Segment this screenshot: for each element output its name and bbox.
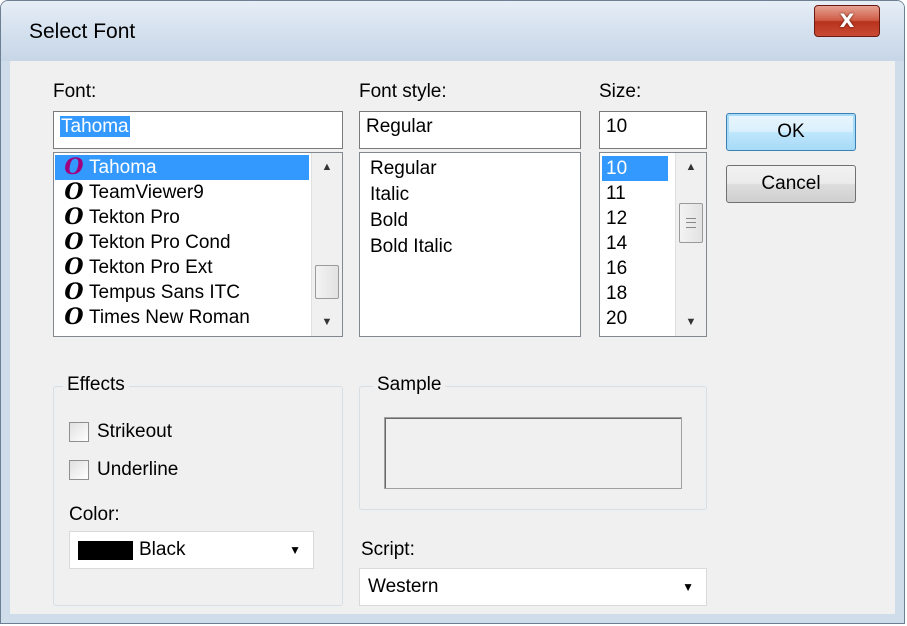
font-style-value: Regular (366, 116, 433, 137)
size-item[interactable]: 11 (602, 181, 668, 206)
scroll-up-arrow-icon[interactable]: ▲ (676, 153, 706, 181)
sample-label: Sample (373, 374, 446, 396)
effects-label: Effects (63, 374, 129, 396)
opentype-font-icon: O (64, 204, 84, 230)
size-item[interactable]: 18 (602, 281, 668, 306)
font-style-label: Font style: (359, 81, 447, 102)
opentype-font-icon: O (64, 279, 84, 305)
font-style-input[interactable]: Regular (359, 111, 581, 149)
font-label: Font: (53, 81, 97, 102)
grip-icon (686, 218, 696, 228)
size-item[interactable]: 20 (602, 306, 668, 331)
opentype-font-icon: O (64, 154, 84, 180)
chevron-down-icon: ▼ (289, 543, 301, 557)
checkbox-box[interactable] (69, 422, 89, 442)
font-style-listbox[interactable]: Regular Italic Bold Bold Italic (359, 152, 581, 337)
font-name-value: Tahoma (60, 116, 130, 137)
size-label: Size: (599, 81, 642, 102)
right-frame (895, 61, 904, 614)
font-style-item[interactable]: Bold Italic (366, 234, 580, 260)
size-input[interactable]: 10 (599, 111, 707, 149)
color-swatch (78, 540, 133, 560)
size-item[interactable]: 12 (602, 206, 668, 231)
close-icon: X (839, 10, 855, 32)
select-font-dialog: Select Font X Font: Tahoma O Tahoma O Te… (0, 0, 905, 624)
size-item[interactable]: 14 (602, 231, 668, 256)
opentype-font-icon: O (64, 304, 84, 330)
scroll-thumb[interactable] (315, 265, 339, 299)
color-dropdown[interactable]: Black ▼ (69, 531, 314, 569)
font-list-item[interactable]: O Tekton Pro (55, 205, 310, 230)
font-list-item[interactable]: O TeamViewer9 (55, 180, 310, 205)
close-button[interactable]: X (814, 5, 880, 37)
size-scrollbar[interactable]: ▲ ▼ (675, 153, 706, 336)
chevron-down-icon: ▼ (682, 580, 694, 594)
font-list-item[interactable]: O Times New Roman (55, 305, 310, 330)
scroll-up-arrow-icon[interactable]: ▲ (312, 153, 342, 181)
script-dropdown[interactable]: Western ▼ (359, 568, 707, 606)
script-label: Script: (361, 539, 415, 560)
opentype-font-icon: O (64, 179, 84, 205)
font-listbox[interactable]: O Tahoma O TeamViewer9 O Tekton Pro O Te… (53, 152, 343, 337)
size-item[interactable]: 16 (602, 256, 668, 281)
effects-group (53, 386, 343, 606)
font-list-item[interactable]: O Tekton Pro Cond (55, 230, 310, 255)
underline-checkbox[interactable]: Underline (69, 459, 178, 481)
scroll-down-arrow-icon[interactable]: ▼ (312, 308, 342, 336)
font-list-item[interactable]: O Tempus Sans ITC (55, 280, 310, 305)
title-bar: Select Font X (1, 1, 904, 61)
font-name-input[interactable]: Tahoma (53, 111, 343, 149)
cancel-button[interactable]: Cancel (726, 165, 856, 203)
color-label: Color: (69, 504, 120, 525)
opentype-font-icon: O (64, 254, 84, 280)
sample-preview (384, 417, 682, 489)
font-style-item[interactable]: Regular (366, 156, 580, 182)
size-value: 10 (606, 116, 628, 137)
scroll-down-arrow-icon[interactable]: ▼ (676, 308, 706, 336)
size-listbox[interactable]: 10 11 12 14 16 18 20 ▲ ▼ (599, 152, 707, 337)
checkbox-box[interactable] (69, 460, 89, 480)
size-item[interactable]: 10 (602, 156, 668, 181)
color-value: Black (139, 539, 186, 560)
left-frame (1, 61, 10, 614)
font-scrollbar[interactable]: ▲ ▼ (311, 153, 342, 336)
strikeout-checkbox[interactable]: Strikeout (69, 421, 172, 443)
scroll-thumb[interactable] (679, 203, 703, 243)
opentype-font-icon: O (64, 229, 84, 255)
script-value: Western (368, 576, 439, 597)
font-style-item[interactable]: Italic (366, 182, 580, 208)
ok-button[interactable]: OK (726, 113, 856, 151)
bottom-frame (1, 614, 904, 623)
dialog-title: Select Font (29, 20, 136, 43)
font-style-item[interactable]: Bold (366, 208, 580, 234)
font-list-item[interactable]: O Tekton Pro Ext (55, 255, 310, 280)
font-list-item[interactable]: O Tahoma (55, 155, 309, 180)
